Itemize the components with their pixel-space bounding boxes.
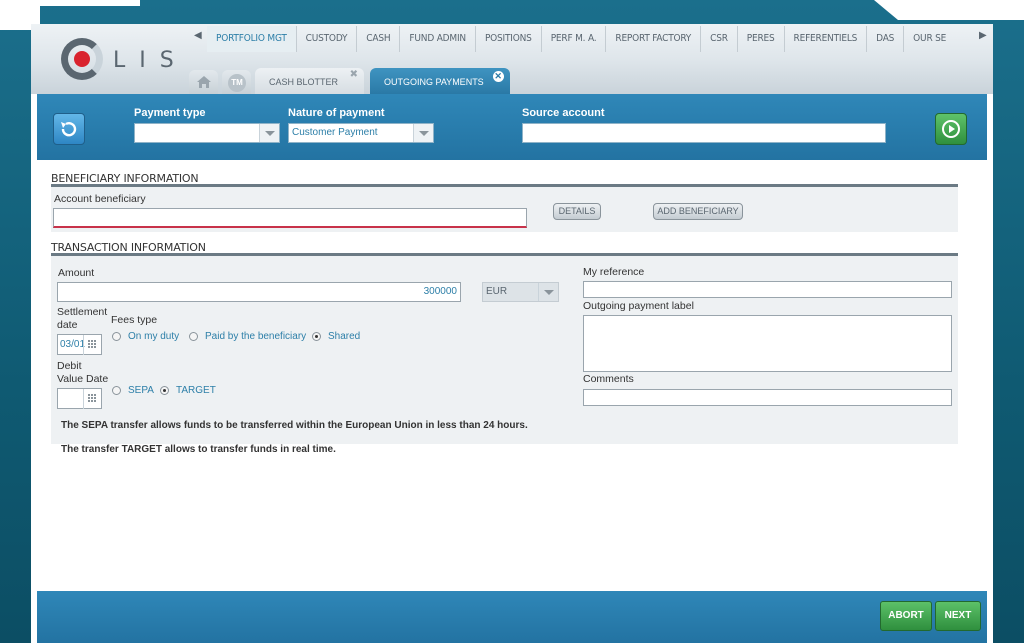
payment-type-select[interactable] — [134, 123, 280, 143]
refresh-button[interactable] — [53, 113, 85, 145]
nav-tab-peres[interactable]: PERES — [738, 26, 785, 52]
nav-tab-referentiels[interactable]: REFERENTIELS — [785, 26, 868, 52]
fees-option-paid-by-beneficiary[interactable]: Paid by the beneficiary — [205, 331, 306, 342]
currency-value: EUR — [486, 286, 508, 297]
payment-toolbar: Payment type Nature of payment Customer … — [37, 94, 987, 160]
debit-value-date-label-1: Debit — [57, 360, 82, 372]
transaction-panel: Amount 300000 EUR Settlement date 03/01 … — [51, 256, 958, 444]
settlement-date-label-1: Settlement — [57, 306, 108, 318]
nav-scroll-right-icon[interactable]: ▶ — [979, 30, 987, 41]
calendar-icon[interactable] — [83, 335, 101, 355]
nav-tab-portfolio-mgt[interactable]: PORTFOLIO MGT — [207, 26, 297, 52]
play-icon — [942, 120, 960, 138]
details-button[interactable]: DETAILS — [553, 203, 601, 220]
chevron-down-icon[interactable] — [413, 124, 433, 142]
nav-tab-cash[interactable]: CASH — [357, 26, 401, 52]
my-reference-label: My reference — [583, 266, 645, 278]
fees-radio-on-my-duty[interactable] — [112, 332, 121, 341]
fees-option-on-my-duty[interactable]: On my duty — [128, 331, 179, 342]
nav-scroll-left-icon[interactable]: ◀ — [194, 30, 202, 41]
action-footer: ABORT NEXT — [37, 591, 987, 643]
my-reference-input[interactable] — [583, 281, 952, 298]
nav-tab-our-se[interactable]: OUR SE — [904, 26, 948, 52]
tab-cash-blotter[interactable]: CASH BLOTTER ✖ — [255, 68, 365, 94]
nature-of-payment-select[interactable]: Customer Payment — [288, 123, 434, 143]
fees-option-shared[interactable]: Shared — [328, 331, 360, 342]
nav-tab-fund-admin[interactable]: FUND ADMIN — [400, 26, 476, 52]
frame-edge-top — [0, 0, 140, 6]
tab-outgoing-payments-label: OUTGOING PAYMENTS — [384, 77, 484, 87]
tab-cash-blotter-label: CASH BLOTTER — [269, 77, 339, 87]
tab-outgoing-payments[interactable]: OUTGOING PAYMENTS ✕ — [370, 68, 510, 94]
nav-tab-das[interactable]: DAS — [867, 26, 905, 52]
comments-label: Comments — [583, 373, 634, 385]
account-beneficiary-label: Account beneficiary — [54, 193, 146, 205]
nature-of-payment-label: Nature of payment — [288, 107, 385, 119]
close-icon[interactable]: ✕ — [492, 71, 504, 82]
settlement-date-input[interactable]: 03/01 — [57, 334, 102, 355]
outgoing-payment-label-textarea[interactable] — [583, 315, 952, 372]
chevron-down-icon[interactable] — [538, 283, 558, 301]
beneficiary-panel: Account beneficiary DETAILS ADD BENEFICI… — [51, 187, 958, 232]
comments-input[interactable] — [583, 389, 952, 406]
nature-of-payment-value: Customer Payment — [292, 127, 378, 138]
account-beneficiary-input[interactable] — [53, 208, 527, 228]
app-header: LIS ◀ PORTFOLIO MGT CUSTODY CASH FUND AD… — [31, 24, 993, 94]
debit-value-date-input[interactable] — [57, 388, 102, 409]
logo-dot-icon — [74, 51, 90, 67]
close-icon[interactable]: ✖ — [350, 70, 358, 80]
home-tab[interactable] — [189, 70, 218, 94]
transfer-option-target[interactable]: TARGET — [176, 385, 216, 396]
subtab-bar: TM CASH BLOTTER ✖ OUTGOING PAYMENTS ✕ — [189, 68, 516, 94]
home-icon — [197, 76, 211, 88]
abort-button[interactable]: ABORT — [880, 601, 932, 631]
calendar-icon[interactable] — [83, 389, 101, 409]
chevron-down-icon[interactable] — [259, 124, 279, 142]
app-logo: LIS — [61, 36, 191, 84]
refresh-icon — [61, 122, 77, 137]
outgoing-payment-label-label: Outgoing payment label — [583, 300, 694, 312]
run-button[interactable] — [935, 113, 967, 145]
settlement-date-value: 03/01 — [60, 339, 86, 350]
currency-select[interactable]: EUR — [482, 282, 559, 302]
payment-type-label: Payment type — [134, 107, 206, 119]
transfer-radio-target[interactable] — [160, 386, 169, 395]
fees-radio-paid-by-beneficiary[interactable] — [189, 332, 198, 341]
nav-tab-report-factory[interactable]: REPORT FACTORY — [606, 26, 702, 52]
target-info-text: The transfer TARGET allows to transfer f… — [61, 444, 336, 455]
settlement-date-label-2: date — [57, 319, 78, 331]
nav-tab-positions[interactable]: POSITIONS — [476, 26, 542, 52]
tm-icon: TM — [228, 74, 246, 92]
amount-input[interactable]: 300000 — [57, 282, 461, 302]
source-account-label: Source account — [522, 107, 605, 119]
main-nav: PORTFOLIO MGT CUSTODY CASH FUND ADMIN PO… — [207, 26, 948, 54]
fees-type-label: Fees type — [111, 314, 158, 326]
sepa-info-text: The SEPA transfer allows funds to be tra… — [61, 420, 528, 431]
nav-tab-perf-ma[interactable]: PERF M. A. — [542, 26, 607, 52]
nav-tab-csr[interactable]: CSR — [701, 26, 738, 52]
next-button[interactable]: NEXT — [935, 601, 981, 631]
logo-text: LIS — [113, 48, 188, 73]
transfer-radio-sepa[interactable] — [112, 386, 121, 395]
nav-tab-custody[interactable]: CUSTODY — [297, 26, 358, 52]
debit-value-date-label-2: Value Date — [57, 373, 109, 385]
fees-radio-shared[interactable] — [312, 332, 321, 341]
app-screen: LIS ◀ PORTFOLIO MGT CUSTODY CASH FUND AD… — [31, 24, 993, 643]
add-beneficiary-button[interactable]: ADD BENEFICIARY — [653, 203, 743, 220]
amount-label: Amount — [58, 267, 95, 279]
frame-corner-right — [874, 0, 1024, 20]
tm-tab[interactable]: TM — [222, 70, 251, 94]
transfer-option-sepa[interactable]: SEPA — [128, 385, 154, 396]
source-account-input[interactable] — [522, 123, 886, 143]
